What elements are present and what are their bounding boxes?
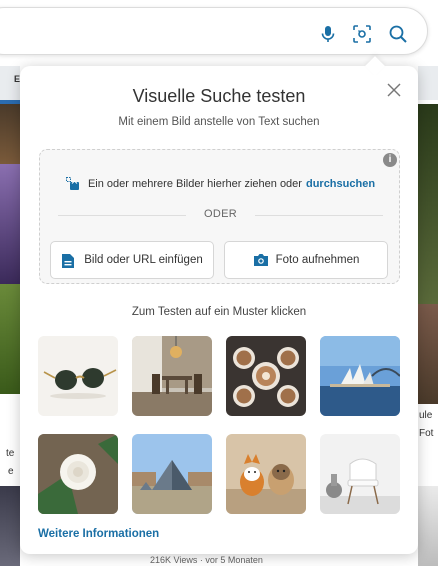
take-photo-label: Foto aufnehmen bbox=[275, 254, 360, 266]
chair-image[interactable] bbox=[320, 434, 400, 514]
more-information-link[interactable]: Weitere Informationen bbox=[38, 528, 159, 540]
background-text: ule bbox=[419, 410, 433, 421]
upload-images-icon bbox=[65, 177, 80, 191]
visual-search-flyout: Visuelle Suche testen Mit einem Bild ans… bbox=[20, 56, 418, 554]
dining-room-image[interactable] bbox=[132, 336, 212, 416]
paste-image-url-label: Bild oder URL einfügen bbox=[84, 254, 203, 266]
search-icon[interactable] bbox=[386, 22, 410, 46]
microphone-icon[interactable] bbox=[316, 22, 340, 46]
background-text: e bbox=[8, 466, 14, 477]
camera-icon bbox=[253, 253, 268, 267]
dropzone-text: Ein oder mehrere Bilder hierher ziehen o… bbox=[87, 178, 302, 190]
browse-link[interactable]: durchsuchen bbox=[306, 178, 375, 190]
visual-search-icon[interactable] bbox=[350, 22, 374, 46]
page: E te e ule Fot 216K Views · vor 5 Monate… bbox=[0, 0, 438, 566]
dropzone-instruction: Ein oder mehrere Bilder hierher ziehen o… bbox=[40, 177, 401, 191]
sunglasses-image[interactable] bbox=[38, 336, 118, 416]
flyout-subtitle: Mit einem Bild anstelle von Text suchen bbox=[118, 116, 320, 128]
flyout-caret bbox=[365, 56, 385, 76]
background-text: 216K Views · vor 5 Monaten bbox=[150, 555, 263, 565]
flyout-title: Visuelle Suche testen bbox=[132, 86, 306, 106]
or-divider: ODER bbox=[58, 208, 383, 222]
white-rose-image[interactable] bbox=[38, 434, 118, 514]
document-icon bbox=[61, 253, 75, 268]
take-photo-button[interactable]: Foto aufnehmen bbox=[224, 241, 388, 279]
paste-image-url-button[interactable]: Bild oder URL einfügen bbox=[50, 241, 214, 279]
image-dropzone[interactable]: i Ein oder mehrere Bilder hierher ziehen… bbox=[39, 149, 400, 284]
background-right-column bbox=[418, 66, 438, 566]
background-left-column bbox=[0, 66, 20, 566]
coffee-cups-image[interactable] bbox=[226, 336, 306, 416]
dogs-image[interactable] bbox=[226, 434, 306, 514]
louvre-pyramid-image[interactable] bbox=[132, 434, 212, 514]
info-icon[interactable]: i bbox=[383, 153, 397, 167]
background-text: te bbox=[6, 448, 15, 459]
sydney-opera-house-image[interactable] bbox=[320, 336, 400, 416]
or-label: ODER bbox=[204, 208, 237, 220]
samples-label: Zum Testen auf ein Muster klicken bbox=[131, 306, 307, 318]
background-text: Fot bbox=[419, 428, 434, 439]
